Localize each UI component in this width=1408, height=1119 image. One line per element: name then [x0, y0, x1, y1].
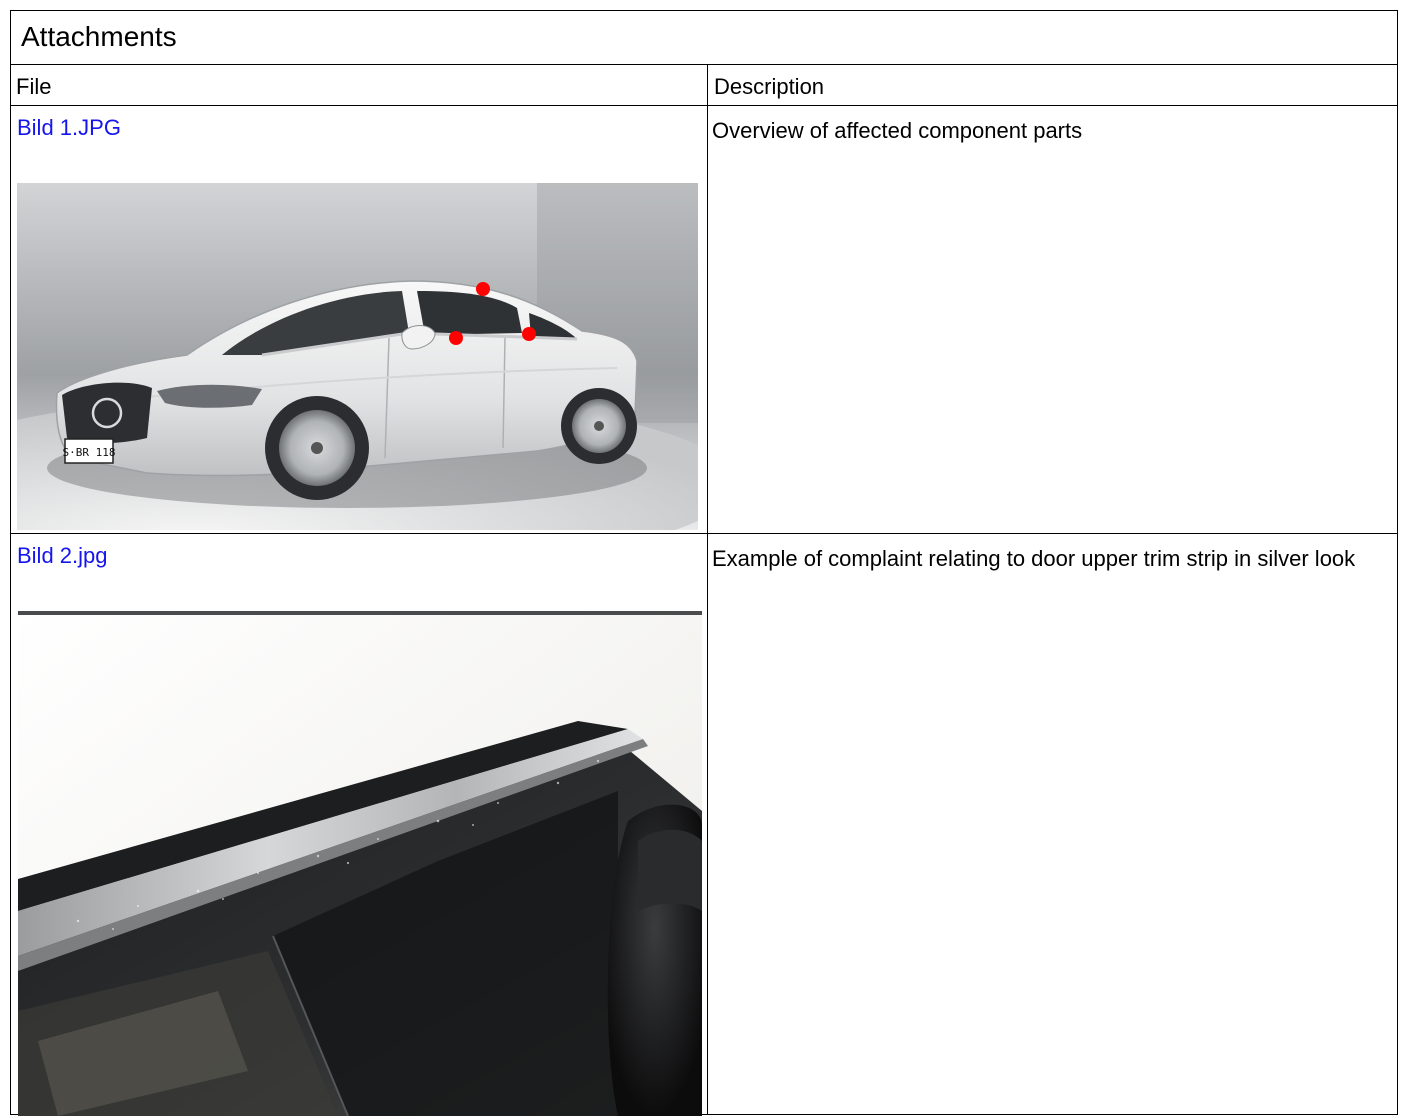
- attachments-table: Attachments File Description Bild 1.JPG: [10, 10, 1398, 1116]
- table-title-row: Attachments: [11, 11, 1397, 65]
- file-description: Overview of affected component parts: [712, 118, 1083, 143]
- column-header-file: File: [16, 74, 52, 99]
- file-description: Example of complaint relating to door up…: [712, 546, 1356, 571]
- trim-strip-closeup-image: [18, 611, 702, 1116]
- marker-dot-front-door: [449, 331, 463, 345]
- car-overview-illustration: S·BR 118: [17, 183, 698, 530]
- trim-strip-closeup-illustration: [18, 611, 702, 1116]
- file-link-bild-1[interactable]: Bild 1.JPG: [17, 115, 121, 141]
- table-title: Attachments: [21, 21, 177, 52]
- file-link-bild-2[interactable]: Bild 2.jpg: [17, 543, 108, 569]
- marker-dot-rear-door: [522, 327, 536, 341]
- table-header-row: File Description: [11, 65, 1397, 106]
- license-plate-text: S·BR 118: [63, 446, 116, 459]
- table-row: Bild 2.jpg Example of complaint relating…: [11, 534, 1397, 1116]
- car-overview-image: S·BR 118: [17, 183, 698, 530]
- marker-dot-roof: [476, 282, 490, 296]
- table-row: Bild 1.JPG S·BR 118 Overview of affected…: [11, 106, 1397, 534]
- column-header-description: Description: [714, 74, 825, 99]
